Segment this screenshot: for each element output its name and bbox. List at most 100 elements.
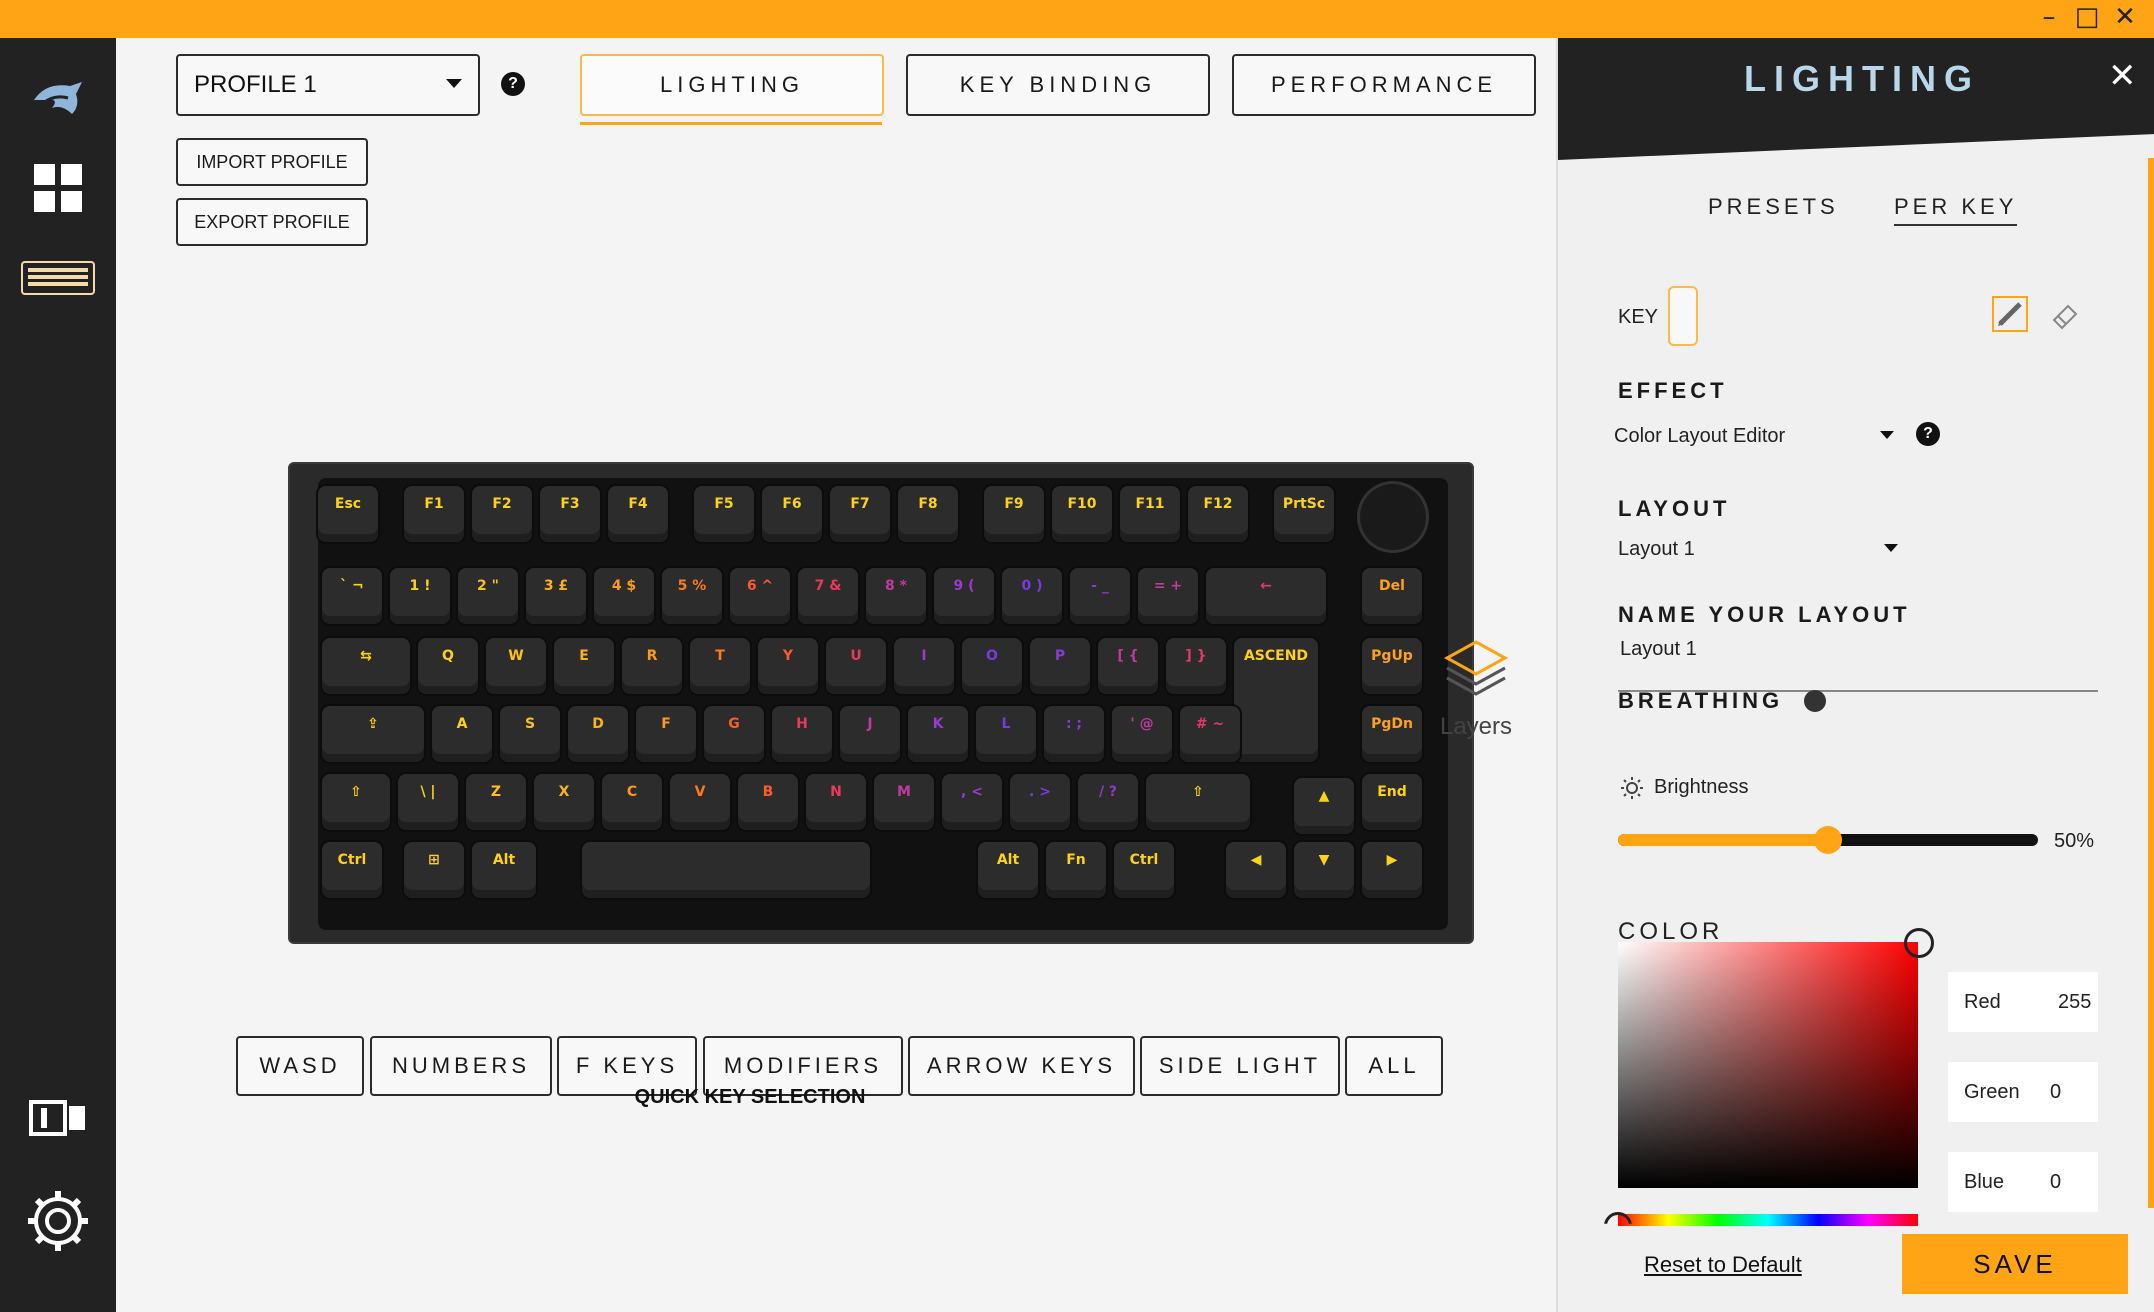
- reset-default-link[interactable]: Reset to Default: [1644, 1252, 1802, 1278]
- brightness-slider-thumb[interactable]: [1814, 826, 1842, 854]
- key-row3-9[interactable]: L: [976, 706, 1036, 762]
- import-profile-button[interactable]: IMPORT PROFILE: [176, 138, 368, 186]
- key-row5-7[interactable]: ◀: [1226, 842, 1286, 898]
- quick-numbers-button[interactable]: NUMBERS: [370, 1036, 552, 1096]
- gear-icon[interactable]: [0, 1176, 116, 1266]
- key-row3-0[interactable]: ⇪: [322, 706, 424, 762]
- key-row2-7[interactable]: U: [826, 638, 886, 694]
- key-row1-9[interactable]: 9 (: [934, 568, 994, 624]
- panel-scrollbar[interactable]: [2148, 158, 2154, 1208]
- key-row3-2[interactable]: S: [500, 706, 560, 762]
- blue-field[interactable]: Blue 0: [1948, 1152, 2098, 1212]
- pencil-icon[interactable]: [1992, 296, 2028, 332]
- maximize-button[interactable]: □: [2070, 0, 2104, 38]
- color-picker-cursor[interactable]: [1904, 928, 1934, 958]
- key-row2-13[interactable]: ASCEND: [1234, 638, 1318, 762]
- keyboard-icon[interactable]: [0, 243, 116, 313]
- key-row4-14[interactable]: End: [1362, 774, 1422, 830]
- key-row4-6[interactable]: B: [738, 774, 798, 830]
- panel-close-icon[interactable]: ✕: [2108, 56, 2137, 96]
- key-row2-12[interactable]: ] }: [1166, 638, 1226, 694]
- key-row3-4[interactable]: F: [636, 706, 696, 762]
- eraser-icon[interactable]: [2048, 298, 2082, 332]
- key-f9[interactable]: F9: [984, 486, 1044, 542]
- key-row3-12[interactable]: # ~: [1180, 706, 1240, 762]
- device-layout-icon[interactable]: [0, 1088, 116, 1148]
- key-row4-12[interactable]: ⇧: [1146, 774, 1250, 830]
- key-row4-10[interactable]: . >: [1010, 774, 1070, 830]
- layout-select[interactable]: Layout 1: [1618, 532, 1898, 566]
- breathing-toggle[interactable]: [1804, 690, 1826, 712]
- key-row5-4[interactable]: Alt: [978, 842, 1038, 898]
- key-row1-8[interactable]: 8 *: [866, 568, 926, 624]
- key-row1-7[interactable]: 7 &: [798, 568, 858, 624]
- red-field[interactable]: Red 255: [1948, 972, 2098, 1032]
- key-row5-9[interactable]: ▶: [1362, 842, 1422, 898]
- tab-lighting[interactable]: LIGHTING: [580, 54, 884, 116]
- quick-wasd-button[interactable]: WASD: [236, 1036, 364, 1096]
- tab-key-binding[interactable]: KEY BINDING: [906, 54, 1210, 116]
- key-row4-13[interactable]: ▲: [1294, 778, 1354, 834]
- key-row4-9[interactable]: , <: [942, 774, 1002, 830]
- key-row3-10[interactable]: : ;: [1044, 706, 1104, 762]
- profile-help-icon[interactable]: ?: [501, 72, 525, 96]
- layers-button[interactable]: Layers: [1416, 638, 1536, 741]
- export-profile-button[interactable]: EXPORT PROFILE: [176, 198, 368, 246]
- key-row3-13[interactable]: PgDn: [1362, 706, 1422, 762]
- key-row5-5[interactable]: Fn: [1046, 842, 1106, 898]
- key-row2-9[interactable]: O: [962, 638, 1022, 694]
- key-row1-2[interactable]: 2 ": [458, 568, 518, 624]
- key-f2[interactable]: F2: [472, 486, 532, 542]
- key-row1-11[interactable]: - _: [1070, 568, 1130, 624]
- quick-side-light-button[interactable]: SIDE LIGHT: [1140, 1036, 1340, 1096]
- profile-select[interactable]: PROFILE 1: [176, 54, 480, 116]
- key-row2-4[interactable]: R: [622, 638, 682, 694]
- key-row1-13[interactable]: ←: [1206, 568, 1326, 624]
- key-row1-6[interactable]: 6 ^: [730, 568, 790, 624]
- key-row4-0[interactable]: ⇧: [322, 774, 390, 830]
- key-row4-2[interactable]: Z: [466, 774, 526, 830]
- key-row1-5[interactable]: 5 %: [662, 568, 722, 624]
- key-row5-3[interactable]: [582, 842, 870, 898]
- layout-name-input[interactable]: Layout 1: [1618, 628, 2098, 692]
- key-row2-3[interactable]: E: [554, 638, 614, 694]
- volume-knob[interactable]: [1360, 484, 1426, 550]
- key-row4-7[interactable]: N: [806, 774, 866, 830]
- key-row4-1[interactable]: \ |: [398, 774, 458, 830]
- key-row3-1[interactable]: A: [432, 706, 492, 762]
- key-row2-2[interactable]: W: [486, 638, 546, 694]
- dashboard-grid-icon[interactable]: [0, 148, 116, 228]
- subtab-presets[interactable]: PRESETS: [1708, 194, 1839, 220]
- key-row2-6[interactable]: Y: [758, 638, 818, 694]
- key-row2-14[interactable]: PgUp: [1362, 638, 1422, 694]
- key-row2-10[interactable]: P: [1030, 638, 1090, 694]
- key-row1-12[interactable]: = +: [1138, 568, 1198, 624]
- key-f4[interactable]: F4: [608, 486, 668, 542]
- tab-performance[interactable]: PERFORMANCE: [1232, 54, 1536, 116]
- color-picker-area[interactable]: [1618, 942, 1918, 1188]
- key-f11[interactable]: F11: [1120, 486, 1180, 542]
- key-row4-5[interactable]: V: [670, 774, 730, 830]
- key-f10[interactable]: F10: [1052, 486, 1112, 542]
- key-row5-8[interactable]: ▼: [1294, 842, 1354, 898]
- quick-all-button[interactable]: ALL: [1345, 1036, 1443, 1096]
- key-row4-4[interactable]: C: [602, 774, 662, 830]
- subtab-per-key[interactable]: PER KEY: [1894, 194, 2018, 226]
- key-f7[interactable]: F7: [830, 486, 890, 542]
- key-row2-5[interactable]: T: [690, 638, 750, 694]
- key-esc[interactable]: Esc: [318, 486, 378, 542]
- key-row3-5[interactable]: G: [704, 706, 764, 762]
- key-row3-11[interactable]: ' @: [1112, 706, 1172, 762]
- key-f3[interactable]: F3: [540, 486, 600, 542]
- hue-slider-thumb[interactable]: [1604, 1212, 1632, 1224]
- wolf-logo-icon[interactable]: [0, 60, 116, 140]
- key-row3-7[interactable]: J: [840, 706, 900, 762]
- key-row1-0[interactable]: ` ¬: [322, 568, 382, 624]
- minimize-button[interactable]: –: [2032, 0, 2066, 38]
- brightness-slider-track[interactable]: [1618, 826, 2038, 854]
- key-f12[interactable]: F12: [1188, 486, 1248, 542]
- key-row1-14[interactable]: Del: [1362, 568, 1422, 624]
- key-row4-11[interactable]: / ?: [1078, 774, 1138, 830]
- key-row2-0[interactable]: ⇆: [322, 638, 410, 694]
- close-window-button[interactable]: ✕: [2108, 0, 2142, 38]
